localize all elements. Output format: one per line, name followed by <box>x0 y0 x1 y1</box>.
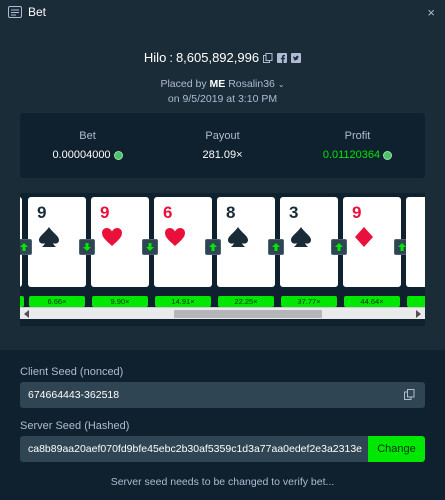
server-seed-value: ca8b89aa20aef070fd9bfe45ebc2b30af5359c1d… <box>28 443 362 455</box>
bet-amount: 0.00004000 <box>52 149 111 161</box>
multiplier-badge: 22.25× <box>218 296 274 307</box>
partial-card <box>406 197 425 287</box>
diamond-suit-icon <box>352 225 376 249</box>
stat-profit: Profit 0.01120364 <box>290 113 425 178</box>
user-tag: ME <box>209 78 226 90</box>
client-seed-label: Client Seed (nonced) <box>20 366 124 378</box>
card-rank: 6 <box>163 203 173 222</box>
scroll-left-arrow-icon[interactable] <box>24 310 29 318</box>
server-seed-label: Server Seed (Hashed) <box>20 420 130 432</box>
server-seed-field[interactable]: ca8b89aa20aef070fd9bfe45ebc2b30af5359c1d… <box>20 436 425 462</box>
client-seed-field[interactable]: 674664443-362518 <box>20 382 425 408</box>
guess-higher-icon <box>331 239 347 255</box>
card-rank: 3 <box>289 203 299 222</box>
heart-suit-icon <box>100 225 124 249</box>
bet-title: Hilo : 8,605,892,996 <box>0 50 445 65</box>
multiplier-badge: 14.91× <box>155 296 211 307</box>
bet-id: 8,605,892,996 <box>175 50 260 65</box>
stat-bet: Bet 0.00004000 <box>20 113 155 178</box>
game-name: Hilo <box>143 50 167 65</box>
chevron-down-icon[interactable]: ⌄ <box>278 80 285 89</box>
cards-history-panel[interactable]: 9 6.66× 9 9.90× 6 14.91× 8 22.25× 3 37.77× 9 44.64× <box>20 193 425 326</box>
profit-label: Profit <box>344 130 371 142</box>
placed-date: on 9/5/2019 at 3:10 PM <box>167 93 278 105</box>
playing-card: 9 <box>28 197 86 287</box>
username-link[interactable]: Rosalin36 <box>228 78 275 90</box>
playing-card: 9 <box>343 197 401 287</box>
title-separator: : <box>169 50 173 65</box>
twitter-icon[interactable] <box>291 52 302 63</box>
scrollbar-thumb[interactable] <box>174 310 322 318</box>
card-rank: 9 <box>352 203 362 222</box>
guess-higher-icon <box>205 239 221 255</box>
bet-receipt-icon <box>8 6 22 18</box>
placed-info: Placed by ME Rosalin36 ⌄ on 9/5/2019 at … <box>0 77 445 106</box>
spade-suit-icon <box>37 225 61 249</box>
card-row: 9 6.66× 9 9.90× 6 14.91× 8 22.25× 3 37.77× 9 44.64× <box>20 197 425 307</box>
copy-icon[interactable] <box>404 389 415 400</box>
scroll-right-arrow-icon[interactable] <box>416 310 421 318</box>
guess-higher-icon <box>20 239 32 255</box>
profit-amount: 0.01120364 <box>322 149 381 161</box>
multiplier-badge: 44.64× <box>344 296 400 307</box>
playing-card: 9 <box>91 197 149 287</box>
placed-prefix: Placed by <box>160 78 207 90</box>
verify-note: Server seed needs to be changed to verif… <box>110 476 335 488</box>
payout-amount: 281.09× <box>202 149 243 161</box>
currency-coin-icon <box>383 150 393 160</box>
bet-label: Bet <box>79 130 96 142</box>
multiplier-badge <box>20 296 24 307</box>
bet-stats-panel: Bet 0.00004000 Payout 281.09× Profit 0.0… <box>20 113 425 178</box>
playing-card: 6 <box>154 197 212 287</box>
card-rank: 9 <box>100 203 110 222</box>
playing-card: 3 <box>280 197 338 287</box>
multiplier-badge: 6.66× <box>29 296 85 307</box>
modal-header: Bet × <box>0 0 445 24</box>
copy-icon[interactable] <box>263 52 273 63</box>
multiplier-badge: 9.90× <box>92 296 148 307</box>
spade-suit-icon <box>289 225 313 249</box>
change-seed-button[interactable]: Change <box>368 436 425 462</box>
guess-lower-icon <box>142 239 158 255</box>
stat-payout: Payout 281.09× <box>155 113 290 178</box>
spade-suit-icon <box>226 225 250 249</box>
card-rank: 9 <box>37 203 47 222</box>
card-rank: 8 <box>226 203 236 222</box>
facebook-icon[interactable] <box>277 52 288 63</box>
multiplier-badge <box>407 296 425 307</box>
guess-higher-icon <box>268 239 284 255</box>
playing-card: 8 <box>217 197 275 287</box>
currency-coin-icon <box>113 150 123 160</box>
modal-title: Bet <box>28 5 47 19</box>
guess-lower-icon <box>79 239 95 255</box>
close-icon[interactable]: × <box>427 5 435 20</box>
multiplier-badge: 37.77× <box>281 296 337 307</box>
client-seed-value: 674664443-362518 <box>28 389 120 401</box>
horizontal-scrollbar[interactable] <box>20 307 425 319</box>
heart-suit-icon <box>163 225 187 249</box>
payout-label: Payout <box>205 130 240 142</box>
